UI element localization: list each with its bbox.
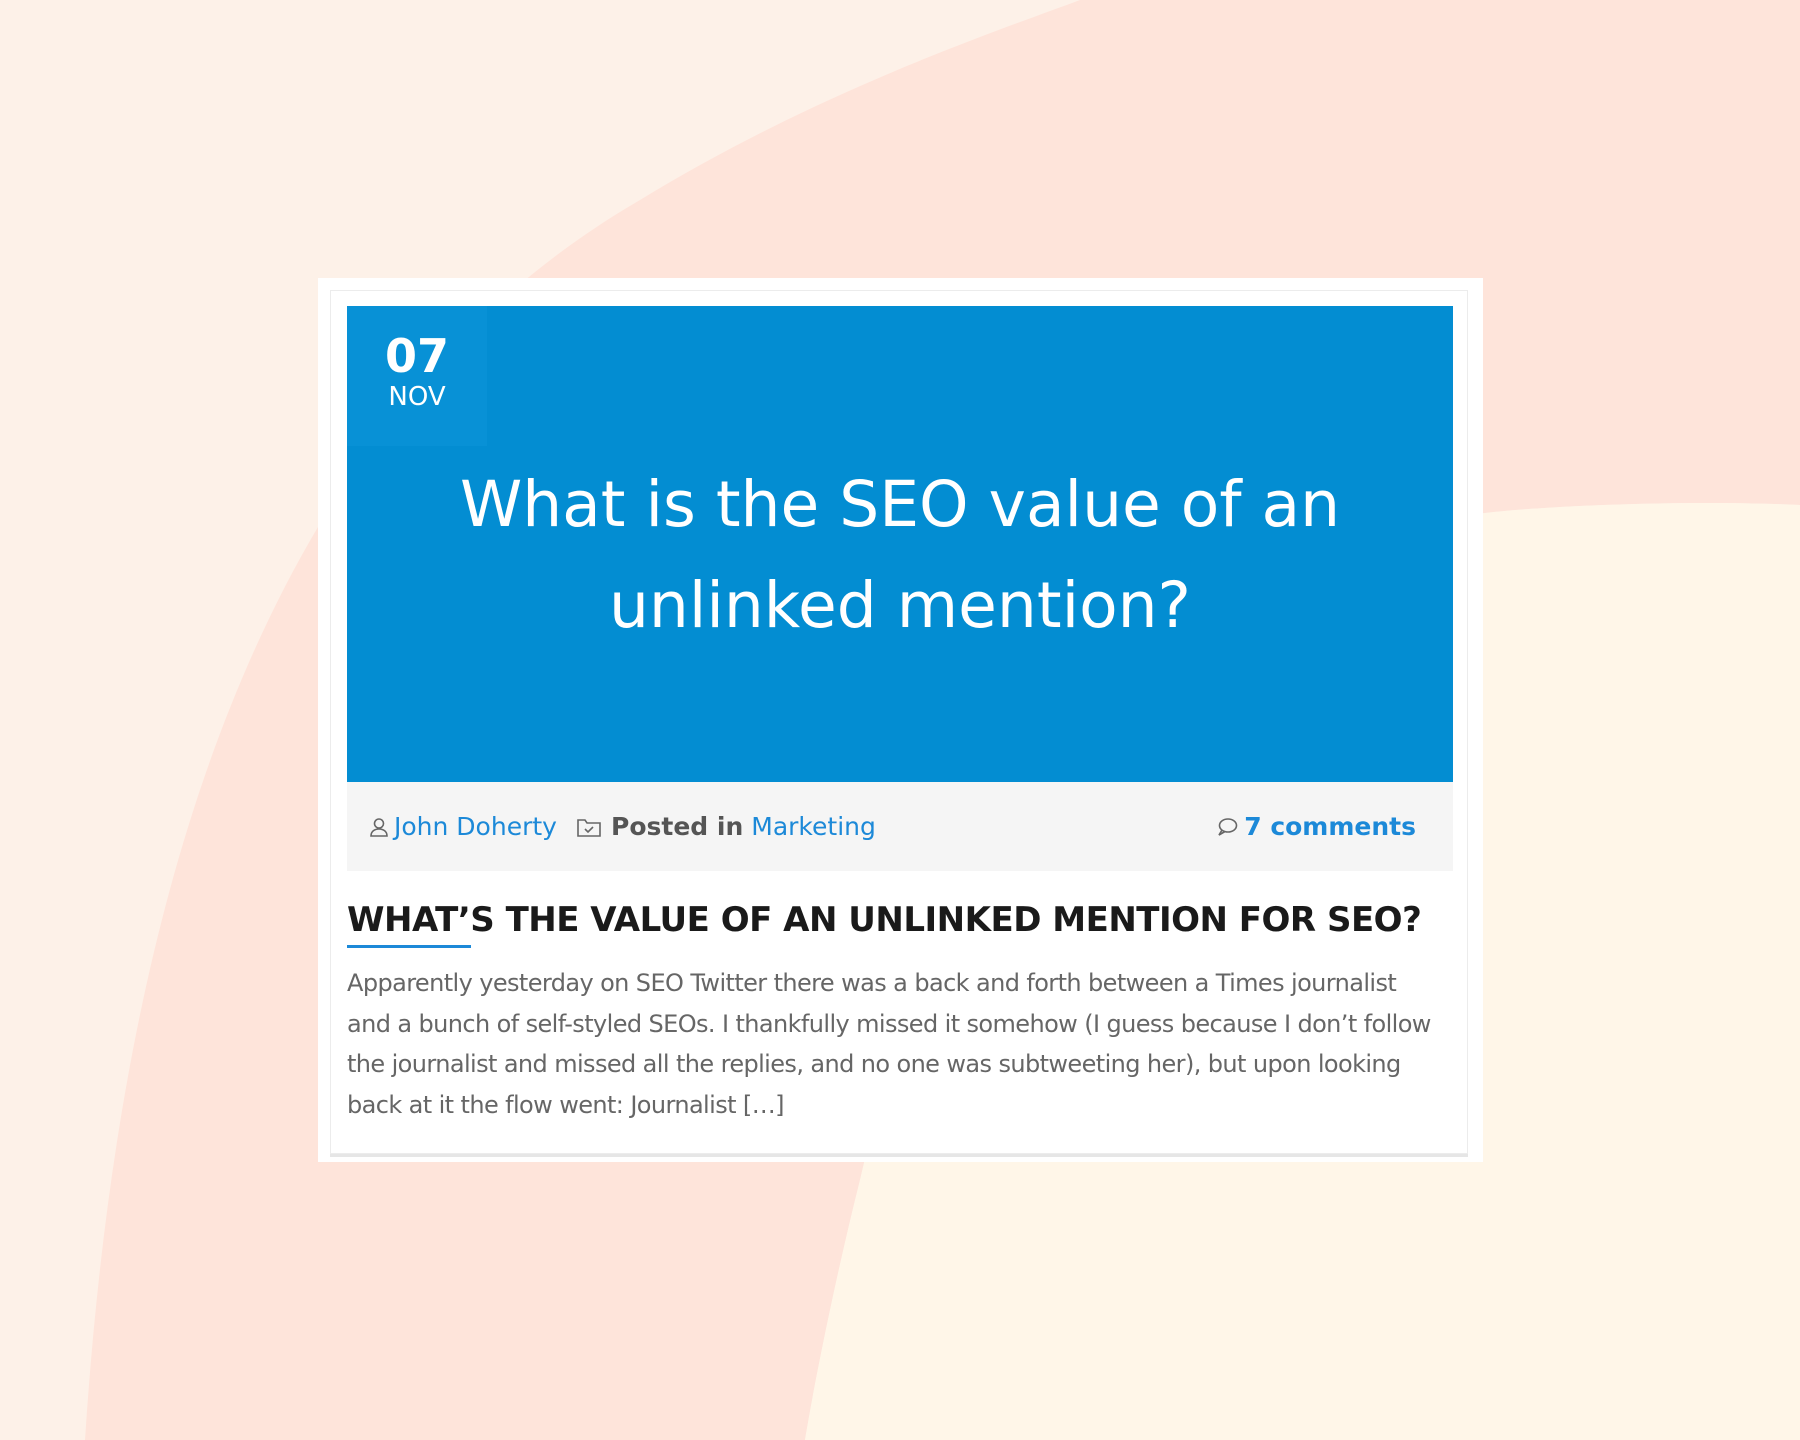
date-badge: 07 NOV (347, 306, 487, 446)
folder-icon (576, 816, 602, 838)
featured-image-title-line: What is the SEO value of an (459, 468, 1341, 541)
date-day: 07 (384, 329, 449, 383)
author-meta: John Doherty (368, 782, 557, 871)
featured-image[interactable]: 07 NOV What is the SEO value of an unlin… (347, 306, 1453, 782)
title-underline (347, 945, 471, 948)
post-excerpt: Apparently yesterday on SEO Twitter ther… (347, 963, 1457, 1125)
post-title[interactable]: WHAT’S THE VALUE OF AN UNLINKED MENTION … (347, 897, 1453, 943)
date-month: NOV (388, 382, 446, 412)
featured-image-title: What is the SEO value of an unlinked men… (447, 454, 1353, 656)
comments-meta: 7 comments (1216, 782, 1416, 871)
comments-link[interactable]: 7 comments (1244, 812, 1416, 841)
excerpt-line: the journalist and missed all the replie… (347, 1050, 1401, 1078)
excerpt-line: and a bunch of self-styled SEOs. I thank… (347, 1009, 1431, 1038)
user-icon (368, 816, 390, 838)
blog-post-card: 07 NOV What is the SEO value of an unlin… (330, 290, 1468, 1154)
author-link[interactable]: John Doherty (394, 812, 557, 841)
comment-bubble-icon (1216, 816, 1238, 838)
featured-image-title-line: unlinked mention? (609, 569, 1191, 642)
category-link[interactable]: Marketing (751, 812, 876, 841)
excerpt-line: Apparently yesterday on SEO Twitter ther… (347, 969, 1397, 997)
excerpt-line: back at it the flow went: Journalist […] (347, 1090, 784, 1119)
category-meta: Posted in Marketing (576, 782, 876, 871)
posted-in-label: Posted in (611, 812, 744, 841)
post-meta-bar: John Doherty Posted in Marketing 7 comme… (347, 782, 1453, 871)
